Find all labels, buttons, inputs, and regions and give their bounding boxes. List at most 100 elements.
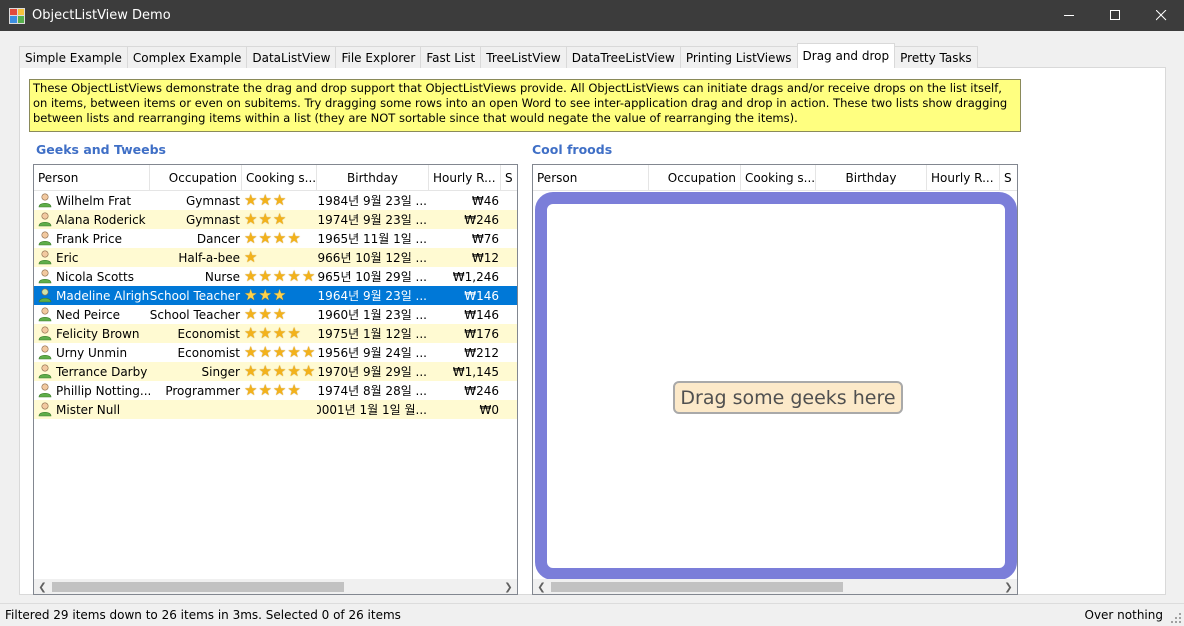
cell-person: Felicity Brown: [34, 324, 150, 343]
person-icon: [38, 402, 52, 417]
tab-drag-and-drop[interactable]: Drag and drop: [796, 43, 896, 68]
star-icon: ★: [244, 381, 258, 399]
tab-strip: Simple Example Complex Example DataListV…: [19, 43, 978, 68]
cell-occupation: Gymnast: [185, 193, 240, 208]
table-row[interactable]: Wilhelm Frat Gymnast ★ ★ ★ 1984년 9월 23일 ... ₩4…: [34, 191, 517, 210]
star-icon: ★: [258, 305, 272, 323]
column-header-hourly-rate[interactable]: Hourly R...: [927, 165, 1000, 191]
cell-occupation: Half-a-bee: [178, 250, 240, 265]
star-icon: ★: [258, 343, 272, 361]
tab-datalistview[interactable]: DataListView: [246, 46, 337, 68]
title-bar: ObjectListView Demo: [0, 0, 1184, 31]
column-header-birthday[interactable]: Birthday: [816, 165, 927, 191]
column-header-cooking[interactable]: Cooking s...: [741, 165, 816, 191]
cell-person: Alana Roderick: [34, 210, 150, 229]
drop-target-area[interactable]: Drag some geeks here: [535, 192, 1017, 580]
window-title: ObjectListView Demo: [32, 8, 171, 23]
status-hover-text: Over nothing: [1084, 608, 1164, 622]
scroll-right-icon[interactable]: ❯: [500, 579, 517, 594]
star-icon: ★: [258, 362, 272, 380]
table-row[interactable]: Felicity Brown Economist ★ ★ ★ ★ 1975년 1월 12일 …: [34, 324, 517, 343]
column-header-person[interactable]: Person: [533, 165, 649, 191]
column-header-occupation[interactable]: Occupation: [150, 165, 242, 191]
cell-birthday: 1956년 9월 24일 ...: [317, 346, 427, 360]
tab-simple-example[interactable]: Simple Example: [19, 46, 128, 68]
horizontal-scrollbar[interactable]: ❮ ❯: [34, 579, 517, 594]
cell-person: Madeline Alright: [34, 286, 150, 305]
cell-person: Terrance Darby: [34, 362, 150, 381]
maximize-button[interactable]: [1092, 0, 1138, 31]
froods-list[interactable]: Person Occupation Cooking s... Birthday …: [532, 164, 1018, 595]
cell-hourly-rate: ₩12: [471, 250, 499, 265]
cell-cooking-skill: ★ ★ ★ ★: [242, 229, 317, 248]
cell-birthday: 0001년 1월 1일 월...: [317, 403, 427, 417]
table-row[interactable]: Urny Unmin Economist ★ ★ ★ ★ ★ 1956년 9월 24일 ...…: [34, 343, 517, 362]
minimize-button[interactable]: [1046, 0, 1092, 31]
star-icon: ★: [272, 210, 287, 228]
star-icon: ★: [272, 305, 287, 323]
scroll-left-icon[interactable]: ❮: [533, 579, 550, 594]
table-row[interactable]: Phillip Notting... Programmer ★ ★ ★ ★ 1974년 8월…: [34, 381, 517, 400]
horizontal-scrollbar[interactable]: ❮ ❯: [533, 579, 1017, 594]
tab-pretty-tasks[interactable]: Pretty Tasks: [894, 46, 978, 68]
person-icon: [38, 383, 52, 398]
close-icon: [1155, 10, 1166, 21]
cell-occupation: Dancer: [196, 231, 240, 246]
column-header-s[interactable]: S: [1000, 165, 1017, 191]
person-name: Mister Null: [56, 402, 121, 417]
table-row[interactable]: Mister Null 0001년 1월 1일 월... ₩0: [34, 400, 517, 419]
column-header-occupation[interactable]: Occupation: [649, 165, 741, 191]
table-row[interactable]: Eric Half-a-bee ★ 1966년 10월 12일 ... ₩12: [34, 248, 517, 267]
table-row[interactable]: Frank Price Dancer ★ ★ ★ ★ 1965년 11월 1일 ... ₩76: [34, 229, 517, 248]
cell-occupation: Economist: [177, 326, 240, 341]
star-icon: ★: [244, 343, 258, 361]
table-row[interactable]: Madeline Alright School Teacher ★ ★ ★ 1964년 9…: [34, 286, 517, 305]
table-row[interactable]: Nicola Scotts Nurse ★ ★ ★ ★ ★ 1965년 10월 29일 ...…: [34, 267, 517, 286]
scroll-thumb[interactable]: [52, 582, 344, 592]
star-icon: ★: [244, 210, 258, 228]
column-header-hourly-rate[interactable]: Hourly R...: [429, 165, 501, 191]
tab-datatreelistview[interactable]: DataTreeListView: [565, 46, 681, 68]
scroll-right-icon[interactable]: ❯: [1000, 579, 1017, 594]
star-icon: ★: [287, 229, 301, 247]
app-icon: [9, 7, 25, 24]
star-icon: ★: [244, 305, 258, 323]
scroll-thumb[interactable]: [551, 582, 843, 592]
person-name: Frank Price: [56, 231, 122, 246]
close-button[interactable]: [1138, 0, 1184, 31]
star-icon: ★: [258, 286, 272, 304]
star-icon: ★: [258, 191, 272, 209]
star-icon: ★: [272, 191, 287, 209]
person-name: Madeline Alright: [56, 288, 150, 303]
cell-birthday: 1974년 8월 28일 ...: [317, 384, 427, 398]
cell-hourly-rate: ₩0: [479, 402, 500, 417]
tab-printing-listviews[interactable]: Printing ListViews: [679, 46, 798, 68]
star-icon: ★: [272, 381, 287, 399]
status-text: Filtered 29 items down to 26 items in 3m…: [5, 608, 401, 622]
column-header-cooking[interactable]: Cooking s...: [242, 165, 317, 191]
person-name: Alana Roderick: [56, 212, 146, 227]
tab-complex-example[interactable]: Complex Example: [126, 46, 248, 68]
column-header-s[interactable]: S: [501, 165, 517, 191]
cell-occupation: Programmer: [165, 383, 240, 398]
column-header-person[interactable]: Person: [34, 165, 150, 191]
column-header-birthday[interactable]: Birthday: [317, 165, 429, 191]
cell-occupation: Nurse: [204, 269, 240, 284]
info-box: These ObjectListViews demonstrate the dr…: [29, 79, 1021, 132]
geeks-list[interactable]: Person Occupation Cooking s... Birthday …: [33, 164, 518, 595]
table-row[interactable]: Alana Roderick Gymnast ★ ★ ★ 1974년 9월 23일 ...…: [34, 210, 517, 229]
cell-occupation: [150, 400, 242, 419]
tab-file-explorer[interactable]: File Explorer: [335, 46, 422, 68]
tab-fast-list[interactable]: Fast List: [420, 46, 482, 68]
tab-treelistview[interactable]: TreeListView: [480, 46, 567, 68]
table-row[interactable]: Ned Peirce School Teacher ★ ★ ★ 1960년 1월 23일 …: [34, 305, 517, 324]
cell-birthday: 1965년 11월 1일 ...: [317, 232, 427, 246]
person-icon: [38, 364, 52, 379]
cell-cooking-skill: ★ ★ ★: [242, 191, 317, 210]
table-row[interactable]: Terrance Darby Singer ★ ★ ★ ★ ★ 1970년 9월 29일 ..…: [34, 362, 517, 381]
resize-grip-icon[interactable]: [1170, 612, 1182, 624]
person-name: Eric: [56, 250, 79, 265]
star-icon: ★: [244, 229, 258, 247]
scroll-left-icon[interactable]: ❮: [34, 579, 51, 594]
star-icon: ★: [272, 324, 287, 342]
